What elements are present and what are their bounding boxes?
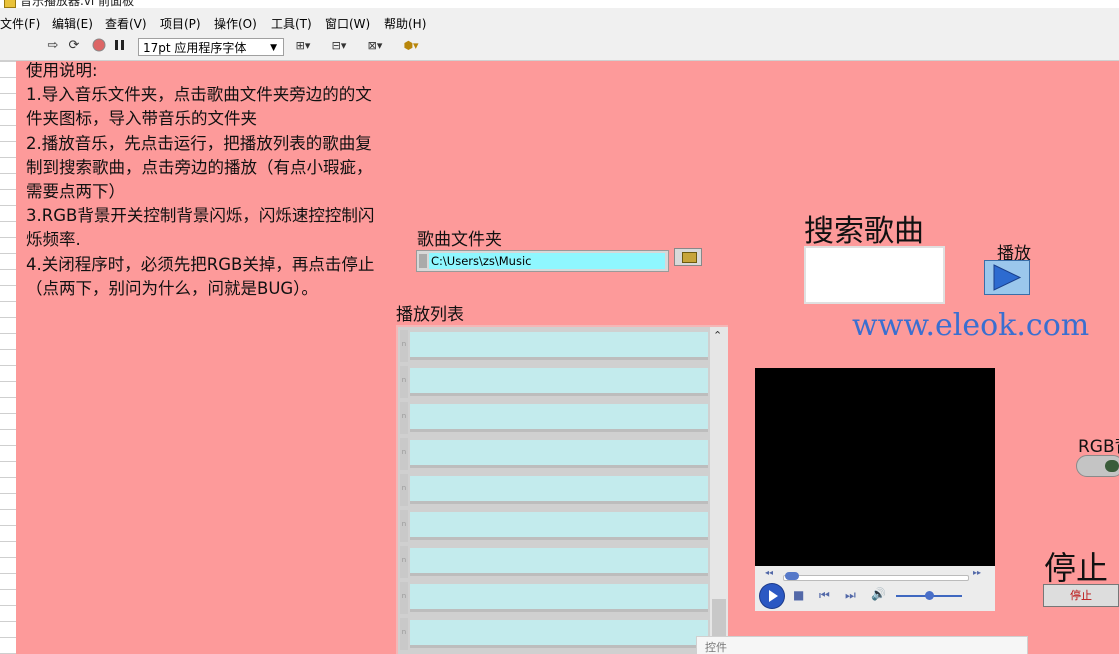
stop-icon[interactable]: ■ — [793, 588, 804, 602]
search-input[interactable] — [804, 246, 945, 304]
font-selector[interactable]: 17pt 应用程序字体 ▼ — [138, 38, 284, 56]
list-cell[interactable] — [410, 332, 708, 360]
list-item[interactable]: n — [400, 510, 708, 542]
row-index: n — [400, 330, 408, 362]
run-arrow-icon[interactable]: ⇨ — [46, 38, 60, 54]
app-icon — [4, 0, 16, 8]
playlist-listbox[interactable]: n n n n n n n n n ⌃ — [396, 325, 728, 654]
folder-icon — [682, 252, 697, 263]
list-cell[interactable] — [410, 440, 708, 468]
instructions-text: 使用说明: 1.导入音乐文件夹，点击歌曲文件夹旁边的的文 件夹图标，导入带音乐的… — [26, 59, 411, 301]
list-cell[interactable] — [410, 404, 708, 432]
rewind-icon[interactable]: ◂◂ — [765, 568, 773, 577]
align-objects-icon[interactable]: ⊞▾ — [290, 38, 316, 54]
list-item[interactable]: n — [400, 438, 708, 470]
row-index: n — [400, 546, 408, 578]
fast-forward-icon[interactable]: ▸▸ — [973, 568, 981, 577]
seek-bar[interactable] — [783, 575, 969, 581]
menu-view[interactable]: 查看(V) — [105, 15, 147, 32]
instruction-line: 烁频率. — [26, 230, 81, 250]
scroll-up-icon[interactable]: ⌃ — [713, 329, 722, 342]
pause-icon[interactable] — [114, 38, 126, 54]
list-cell[interactable] — [410, 512, 708, 540]
row-index: n — [400, 438, 408, 470]
menu-operate[interactable]: 操作(O) — [214, 15, 257, 32]
continuous-run-icon[interactable]: ⟳ — [66, 38, 82, 54]
list-cell[interactable] — [410, 548, 708, 576]
playlist-scrollbar[interactable]: ⌃ — [710, 327, 728, 654]
row-index: n — [400, 366, 408, 398]
playlist-label: 播放列表 — [396, 305, 464, 325]
play-icon — [993, 264, 1022, 291]
instruction-line: （点两下，别问为什么，问就是BUG）。 — [26, 278, 318, 298]
controls-popup[interactable]: 控件 — [696, 636, 1028, 654]
folder-path-input[interactable] — [429, 253, 665, 269]
resize-objects-icon[interactable]: ⊠▾ — [362, 38, 388, 54]
instruction-line: 4.关闭程序时，必须先把RGB关掉，再点击停止 — [26, 254, 375, 274]
player-play-icon[interactable] — [760, 584, 784, 608]
grid-strip — [0, 61, 17, 654]
path-indicator — [419, 254, 427, 268]
list-cell[interactable] — [410, 476, 708, 504]
next-icon[interactable]: ⏭ — [845, 588, 856, 603]
list-item[interactable]: n — [400, 402, 708, 434]
list-cell[interactable] — [410, 368, 708, 396]
menu-edit[interactable]: 编辑(E) — [52, 15, 93, 32]
media-player[interactable]: ◂◂ ▸▸ ■ ⏮ ⏭ 🔊 — [755, 368, 995, 611]
window-title: 音乐播放器.vi 前面板 — [20, 0, 135, 8]
rgb-label: RGB背 — [1078, 437, 1119, 457]
stop-button[interactable]: 停止 — [1043, 584, 1119, 607]
instruction-line: 制到搜索歌曲，点击旁边的播放（有点小瑕疵， — [26, 157, 373, 177]
distribute-objects-icon[interactable]: ⊟▾ — [326, 38, 352, 54]
instruction-line: 2.播放音乐，先点击运行，把播放列表的歌曲复 — [26, 133, 372, 153]
window-titlebar: 音乐播放器.vi 前面板 — [0, 0, 1119, 8]
list-item[interactable]: n — [400, 618, 708, 650]
popup-title: 控件 — [705, 641, 727, 654]
list-item[interactable]: n — [400, 474, 708, 506]
chevron-down-icon: ▼ — [270, 43, 277, 53]
list-cell[interactable] — [410, 584, 708, 612]
search-title: 搜索歌曲 — [804, 214, 924, 249]
row-index: n — [400, 582, 408, 614]
abort-icon[interactable] — [92, 38, 106, 54]
volume-icon[interactable]: 🔊 — [871, 587, 886, 601]
font-selector-value: 17pt 应用程序字体 — [143, 41, 247, 55]
folder-path-control — [416, 250, 669, 272]
instruction-line: 件夹图标，导入带音乐的文件夹 — [26, 109, 257, 129]
reorder-icon[interactable]: ⬢▾ — [398, 38, 424, 54]
previous-icon[interactable]: ⏮ — [819, 588, 830, 603]
instruction-line: 需要点两下） — [26, 182, 125, 202]
instruction-line: 1.导入音乐文件夹，点击歌曲文件夹旁边的的文 — [26, 85, 372, 105]
browse-folder-button[interactable] — [674, 248, 702, 266]
menu-project[interactable]: 项目(P) — [160, 15, 201, 32]
folder-label: 歌曲文件夹 — [417, 230, 502, 250]
row-index: n — [400, 510, 408, 542]
row-index: n — [400, 618, 408, 650]
list-cell[interactable] — [410, 620, 708, 648]
row-index: n — [400, 474, 408, 506]
list-item[interactable]: n — [400, 582, 708, 614]
rgb-toggle[interactable] — [1076, 455, 1119, 477]
row-index: n — [400, 402, 408, 434]
volume-knob[interactable] — [925, 591, 934, 600]
seek-knob[interactable] — [785, 572, 799, 580]
watermark-url: www.eleok.com — [852, 308, 1090, 343]
instruction-line: 3.RGB背景开关控制背景闪烁，闪烁速控控制闪 — [26, 206, 375, 226]
menu-file[interactable]: 文件(F) — [0, 15, 40, 32]
instruction-line: 使用说明: — [26, 61, 98, 80]
list-item[interactable]: n — [400, 366, 708, 398]
menu-help[interactable]: 帮助(H) — [384, 15, 426, 32]
rgb-led — [1105, 460, 1119, 472]
list-item[interactable]: n — [400, 330, 708, 362]
stop-title: 停止 — [1044, 549, 1109, 587]
play-button[interactable] — [984, 260, 1030, 295]
menu-tools[interactable]: 工具(T) — [271, 15, 312, 32]
list-item[interactable]: n — [400, 546, 708, 578]
menu-bar: 文件(F) 编辑(E) 查看(V) 项目(P) 操作(O) 工具(T) 窗口(W… — [0, 10, 1119, 34]
menu-window[interactable]: 窗口(W) — [325, 15, 370, 32]
